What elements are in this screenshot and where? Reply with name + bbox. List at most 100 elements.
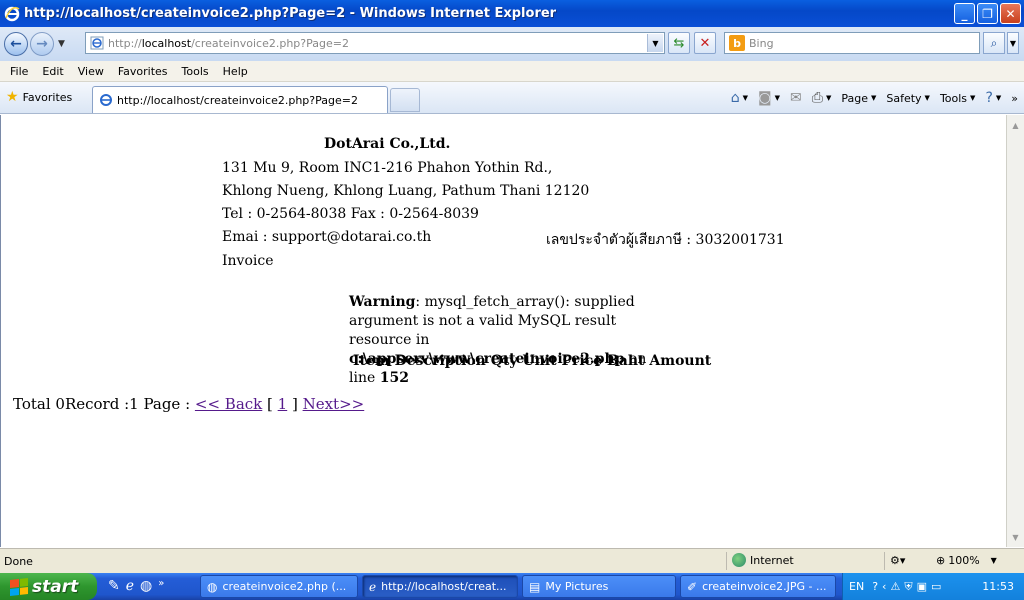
back-button[interactable]: ← bbox=[4, 32, 28, 56]
print-button[interactable]: ⎙ ▼ bbox=[812, 90, 832, 106]
folder-icon: ▤ bbox=[529, 579, 541, 594]
window-title: http://localhost/createinvoice2.php?Page… bbox=[24, 6, 557, 21]
chevron-down-icon: ▼ bbox=[990, 556, 997, 565]
ie-page-icon bbox=[90, 36, 104, 50]
globe-icon bbox=[732, 553, 746, 567]
menu-favorites[interactable]: Favorites bbox=[111, 65, 175, 78]
recent-pages-dropdown[interactable]: ▼ bbox=[58, 39, 65, 49]
paint-icon: ✐ bbox=[687, 579, 698, 594]
more-chevron-icon[interactable]: » bbox=[158, 578, 164, 594]
phone-fax-line: Tel : 0-2564-8038 Fax : 0-2564-8039 bbox=[222, 206, 479, 222]
email-line: Emai : support@dotarai.co.th bbox=[222, 229, 432, 245]
menu-view[interactable]: View bbox=[71, 65, 111, 78]
tray-icons: ? ‹ ⚠ ⛨ ▣ ▭ bbox=[872, 580, 941, 594]
system-tray: EN ? ‹ ⚠ ⛨ ▣ ▭ 11:53 bbox=[842, 573, 1024, 600]
help-icon: ? bbox=[985, 90, 993, 106]
address-line-1: 131 Mu 9, Room INC1-216 Phahon Yothin Rd… bbox=[222, 160, 553, 176]
network-tray-icon[interactable]: ▣ bbox=[917, 580, 927, 594]
start-button[interactable]: start bbox=[0, 573, 97, 600]
bing-icon: b bbox=[729, 35, 745, 51]
command-bar: ⌂ ▼ ◙ ▼ ✉ ⎙ ▼ Page ▼ Safety ▼ Tools ▼ ? ▼ » bbox=[731, 90, 1018, 106]
taskbar-item-my-pictures[interactable]: ▤ My Pictures bbox=[522, 575, 676, 598]
ie-logo-icon bbox=[4, 6, 20, 21]
menu-file[interactable]: File bbox=[0, 65, 35, 78]
tax-id-line: เลขประจำตัวผู้เสียภาษี : 3032001731 bbox=[546, 232, 785, 248]
taskbar-item-ie[interactable]: ℯ http://localhost/creat... bbox=[362, 575, 518, 598]
chevron-more-button[interactable]: » bbox=[1011, 92, 1018, 105]
address-dropdown-button[interactable]: ▼ bbox=[647, 34, 663, 52]
taskbar-item-createinvoice-jpg[interactable]: ✐ createinvoice2.JPG - ... bbox=[680, 575, 836, 598]
ie-page-icon bbox=[100, 94, 112, 106]
stop-button[interactable]: ✕ bbox=[694, 32, 716, 54]
feeds-button[interactable]: ◙ ▼ bbox=[758, 90, 780, 106]
chevron-down-icon: ▼ bbox=[652, 38, 659, 48]
quick-launch: ✎ ℯ ◍ » bbox=[108, 578, 164, 594]
home-button[interactable]: ⌂ ▼ bbox=[731, 90, 748, 106]
chevron-down-icon: ▼ bbox=[1009, 38, 1017, 48]
compatibility-refresh-button[interactable]: ⇆ bbox=[668, 32, 690, 54]
warning-tray-icon[interactable]: ⚠ bbox=[890, 580, 900, 594]
window-controls: _ ❐ ✕ bbox=[954, 3, 1021, 24]
restore-button[interactable]: ❐ bbox=[977, 3, 998, 24]
status-text: Done bbox=[4, 554, 33, 568]
read-mail-button[interactable]: ✉ bbox=[790, 90, 802, 106]
minimize-button[interactable]: _ bbox=[954, 3, 975, 24]
vertical-scrollbar[interactable]: ▲ ▼ bbox=[1006, 115, 1024, 547]
task-label: http://localhost/creat... bbox=[381, 580, 507, 593]
monitor-tray-icon[interactable]: ▭ bbox=[931, 580, 941, 594]
language-indicator[interactable]: EN bbox=[849, 580, 864, 593]
status-divider bbox=[884, 552, 885, 570]
menu-bar: File Edit View Favorites Tools Help bbox=[0, 61, 1024, 82]
search-input[interactable]: b Bing bbox=[724, 32, 980, 54]
printer-icon: ⎙ bbox=[811, 90, 823, 106]
help-tray-icon[interactable]: ? bbox=[872, 580, 878, 594]
zoom-level: 100% bbox=[948, 554, 980, 567]
taskbar-item-createinvoice-php[interactable]: ◍ createinvoice2.php (... bbox=[200, 575, 358, 598]
protected-mode-icon[interactable]: ⚙▾ bbox=[890, 554, 905, 567]
edit-icon[interactable]: ✎ bbox=[108, 578, 120, 594]
ie-quicklaunch-icon[interactable]: ℯ bbox=[126, 578, 134, 594]
safety-menu-button[interactable]: Safety ▼ bbox=[886, 92, 930, 105]
page-1-link[interactable]: 1 bbox=[278, 395, 288, 413]
title-bar: http://localhost/createinvoice2.php?Page… bbox=[0, 0, 1024, 27]
back-tray-icon[interactable]: ‹ bbox=[882, 580, 886, 594]
company-name: DotArai Co.,Ltd. bbox=[324, 136, 451, 152]
favorites-button[interactable]: ★ Favorites bbox=[6, 89, 72, 105]
invoice-table-header: Item Description Qty Unit Price Baht Amo… bbox=[353, 353, 712, 369]
favorites-tab-bar: ★ Favorites http://localhost/createinvoi… bbox=[0, 82, 1024, 114]
favorites-label: Favorites bbox=[22, 90, 73, 104]
menu-tools[interactable]: Tools bbox=[175, 65, 216, 78]
security-zone[interactable]: Internet bbox=[732, 553, 794, 567]
shield-tray-icon[interactable]: ⛨ bbox=[904, 580, 912, 594]
search-placeholder: Bing bbox=[749, 36, 774, 50]
ie-window: http://localhost/createinvoice2.php?Page… bbox=[0, 0, 1024, 600]
search-button[interactable]: ⌕ bbox=[983, 32, 1005, 54]
help-button[interactable]: ? ▼ bbox=[985, 90, 1001, 106]
document-type: Invoice bbox=[222, 253, 274, 269]
back-link[interactable]: << Back bbox=[195, 395, 262, 413]
globe-quicklaunch-icon[interactable]: ◍ bbox=[140, 578, 152, 594]
menu-help[interactable]: Help bbox=[216, 65, 255, 78]
double-chevron-icon: » bbox=[1011, 91, 1018, 105]
tab-current[interactable]: http://localhost/createinvoice2.php?Page… bbox=[92, 86, 388, 113]
next-link[interactable]: Next>> bbox=[303, 395, 365, 413]
new-tab-button[interactable] bbox=[390, 88, 420, 112]
home-icon: ⌂ bbox=[730, 90, 740, 106]
address-bar[interactable]: http://localhost/createinvoice2.php?Page… bbox=[85, 32, 665, 54]
tools-menu-button[interactable]: Tools ▼ bbox=[940, 92, 976, 105]
zoom-control[interactable]: ⊕ 100% ▼ bbox=[936, 554, 997, 567]
forward-button[interactable]: → bbox=[30, 32, 54, 56]
address-toolbar: ← → ▼ http://localhost/createinvoice2.ph… bbox=[0, 27, 1024, 61]
page-menu-button[interactable]: Page ▼ bbox=[841, 92, 876, 105]
menu-edit[interactable]: Edit bbox=[35, 65, 70, 78]
scroll-down-arrow-icon[interactable]: ▼ bbox=[1008, 529, 1023, 545]
clock: 11:53 bbox=[982, 580, 1014, 593]
scroll-up-arrow-icon[interactable]: ▲ bbox=[1008, 117, 1023, 133]
status-divider bbox=[726, 552, 727, 570]
mail-icon: ✉ bbox=[790, 90, 802, 106]
close-button[interactable]: ✕ bbox=[1000, 3, 1021, 24]
search-options-dropdown[interactable]: ▼ bbox=[1007, 32, 1019, 54]
bracket-close: ] bbox=[287, 395, 303, 413]
back-arrow-icon: ← bbox=[10, 36, 22, 52]
minimize-icon: _ bbox=[961, 6, 968, 21]
